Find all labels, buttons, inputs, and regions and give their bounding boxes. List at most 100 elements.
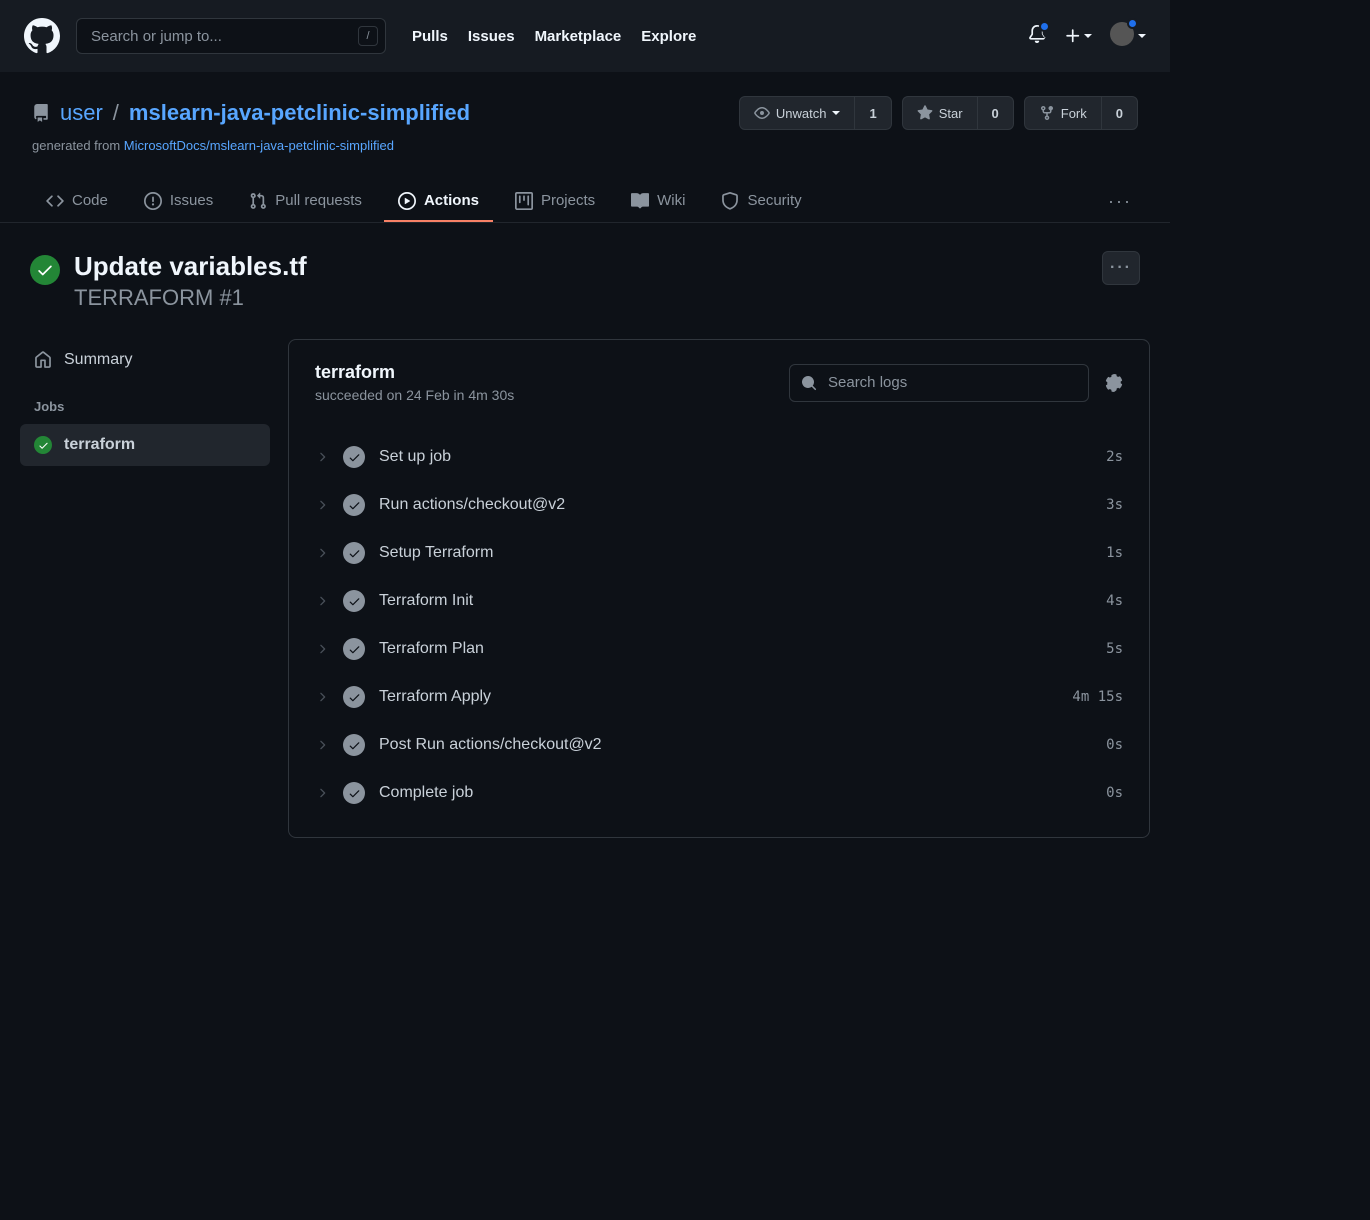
step-row[interactable]: Terraform Plan 5s bbox=[315, 625, 1123, 673]
sidebar-item-summary[interactable]: Summary bbox=[20, 339, 270, 381]
repo-icon bbox=[32, 104, 50, 122]
jobs-section-label: Jobs bbox=[20, 381, 270, 424]
job-status-text: succeeded on 24 Feb in 4m 30s bbox=[315, 387, 773, 403]
step-name: Setup Terraform bbox=[379, 544, 1092, 562]
step-name: Terraform Plan bbox=[379, 640, 1092, 658]
watch-count: 1 bbox=[854, 97, 890, 129]
shield-icon bbox=[721, 192, 739, 210]
chevron-right-icon bbox=[315, 546, 329, 560]
repo-owner-link[interactable]: user bbox=[60, 100, 103, 126]
step-status-success-icon bbox=[343, 590, 365, 612]
step-status-success-icon bbox=[343, 542, 365, 564]
breadcrumb-separator: / bbox=[113, 100, 119, 126]
chevron-right-icon bbox=[315, 498, 329, 512]
issue-icon bbox=[144, 192, 162, 210]
step-duration: 2s bbox=[1106, 449, 1123, 465]
log-search-input[interactable] bbox=[789, 364, 1089, 402]
step-row[interactable]: Terraform Init 4s bbox=[315, 577, 1123, 625]
pull-request-icon bbox=[249, 192, 267, 210]
step-duration: 1s bbox=[1106, 545, 1123, 561]
plus-icon bbox=[1064, 27, 1082, 45]
tab-code[interactable]: Code bbox=[32, 181, 122, 222]
step-status-success-icon bbox=[343, 782, 365, 804]
step-name: Set up job bbox=[379, 448, 1092, 466]
tab-pull-requests[interactable]: Pull requests bbox=[235, 181, 376, 222]
github-logo-icon[interactable] bbox=[24, 18, 60, 54]
step-row[interactable]: Set up job 2s bbox=[315, 433, 1123, 481]
step-row[interactable]: Run actions/checkout@v2 3s bbox=[315, 481, 1123, 529]
notifications-button[interactable] bbox=[1028, 25, 1046, 48]
star-icon bbox=[917, 105, 933, 121]
tab-wiki[interactable]: Wiki bbox=[617, 181, 699, 222]
user-menu[interactable] bbox=[1110, 22, 1146, 51]
step-name: Terraform Init bbox=[379, 592, 1092, 610]
template-source-link[interactable]: MicrosoftDocs/mslearn-java-petclinic-sim… bbox=[124, 138, 394, 153]
step-status-success-icon bbox=[343, 446, 365, 468]
step-row[interactable]: Setup Terraform 1s bbox=[315, 529, 1123, 577]
slash-shortcut-badge: / bbox=[358, 26, 378, 46]
tab-issues[interactable]: Issues bbox=[130, 181, 227, 222]
caret-down-icon bbox=[1138, 34, 1146, 38]
chevron-right-icon bbox=[315, 450, 329, 464]
unwatch-button[interactable]: Unwatch 1 bbox=[739, 96, 892, 130]
tab-actions[interactable]: Actions bbox=[384, 181, 493, 222]
repo-name-link[interactable]: mslearn-java-petclinic-simplified bbox=[129, 100, 470, 126]
sidebar-item-label: Summary bbox=[64, 351, 132, 369]
sidebar-item-terraform[interactable]: terraform bbox=[20, 424, 270, 466]
fork-button[interactable]: Fork 0 bbox=[1024, 96, 1138, 130]
run-status-success-icon bbox=[30, 255, 60, 285]
nav-issues[interactable]: Issues bbox=[468, 28, 515, 45]
search-input[interactable] bbox=[76, 18, 386, 54]
code-icon bbox=[46, 192, 64, 210]
sidebar-item-label: terraform bbox=[64, 436, 135, 454]
star-count: 0 bbox=[977, 97, 1013, 129]
chevron-right-icon bbox=[315, 690, 329, 704]
nav-pulls[interactable]: Pulls bbox=[412, 28, 448, 45]
home-icon bbox=[34, 351, 52, 369]
step-status-success-icon bbox=[343, 686, 365, 708]
fork-count: 0 bbox=[1101, 97, 1137, 129]
settings-button[interactable] bbox=[1105, 374, 1123, 392]
fork-icon bbox=[1039, 105, 1055, 121]
step-duration: 5s bbox=[1106, 641, 1123, 657]
job-title: terraform bbox=[315, 362, 773, 383]
fork-label: Fork bbox=[1061, 106, 1087, 121]
step-duration: 0s bbox=[1106, 737, 1123, 753]
chevron-right-icon bbox=[315, 786, 329, 800]
step-duration: 3s bbox=[1106, 497, 1123, 513]
star-label: Star bbox=[939, 106, 963, 121]
create-new-dropdown[interactable] bbox=[1064, 27, 1092, 45]
unwatch-label: Unwatch bbox=[776, 106, 827, 121]
run-options-menu[interactable]: ··· bbox=[1102, 251, 1140, 285]
step-name: Post Run actions/checkout@v2 bbox=[379, 736, 1092, 754]
tab-security[interactable]: Security bbox=[707, 181, 815, 222]
step-status-success-icon bbox=[343, 494, 365, 516]
job-status-success-icon bbox=[34, 436, 52, 454]
generated-from-text: generated from MicrosoftDocs/mslearn-jav… bbox=[32, 138, 1138, 153]
project-icon bbox=[515, 192, 533, 210]
step-status-success-icon bbox=[343, 638, 365, 660]
nav-explore[interactable]: Explore bbox=[641, 28, 696, 45]
chevron-right-icon bbox=[315, 642, 329, 656]
notification-dot bbox=[1039, 21, 1050, 32]
run-title: Update variables.tf bbox=[74, 251, 1088, 282]
step-name: Terraform Apply bbox=[379, 688, 1058, 706]
book-icon bbox=[631, 192, 649, 210]
caret-down-icon bbox=[832, 111, 840, 115]
tab-projects[interactable]: Projects bbox=[501, 181, 609, 222]
step-duration: 4m 15s bbox=[1072, 689, 1123, 705]
step-row[interactable]: Post Run actions/checkout@v2 0s bbox=[315, 721, 1123, 769]
nav-marketplace[interactable]: Marketplace bbox=[535, 28, 622, 45]
search-icon bbox=[801, 375, 817, 391]
step-status-success-icon bbox=[343, 734, 365, 756]
tab-overflow-menu[interactable]: ··· bbox=[1102, 181, 1138, 222]
step-duration: 0s bbox=[1106, 785, 1123, 801]
step-name: Complete job bbox=[379, 784, 1092, 802]
step-name: Run actions/checkout@v2 bbox=[379, 496, 1092, 514]
star-button[interactable]: Star 0 bbox=[902, 96, 1014, 130]
step-row[interactable]: Terraform Apply 4m 15s bbox=[315, 673, 1123, 721]
chevron-right-icon bbox=[315, 738, 329, 752]
step-row[interactable]: Complete job 0s bbox=[315, 769, 1123, 817]
eye-icon bbox=[754, 105, 770, 121]
run-subtitle: TERRAFORM #1 bbox=[74, 285, 1088, 311]
